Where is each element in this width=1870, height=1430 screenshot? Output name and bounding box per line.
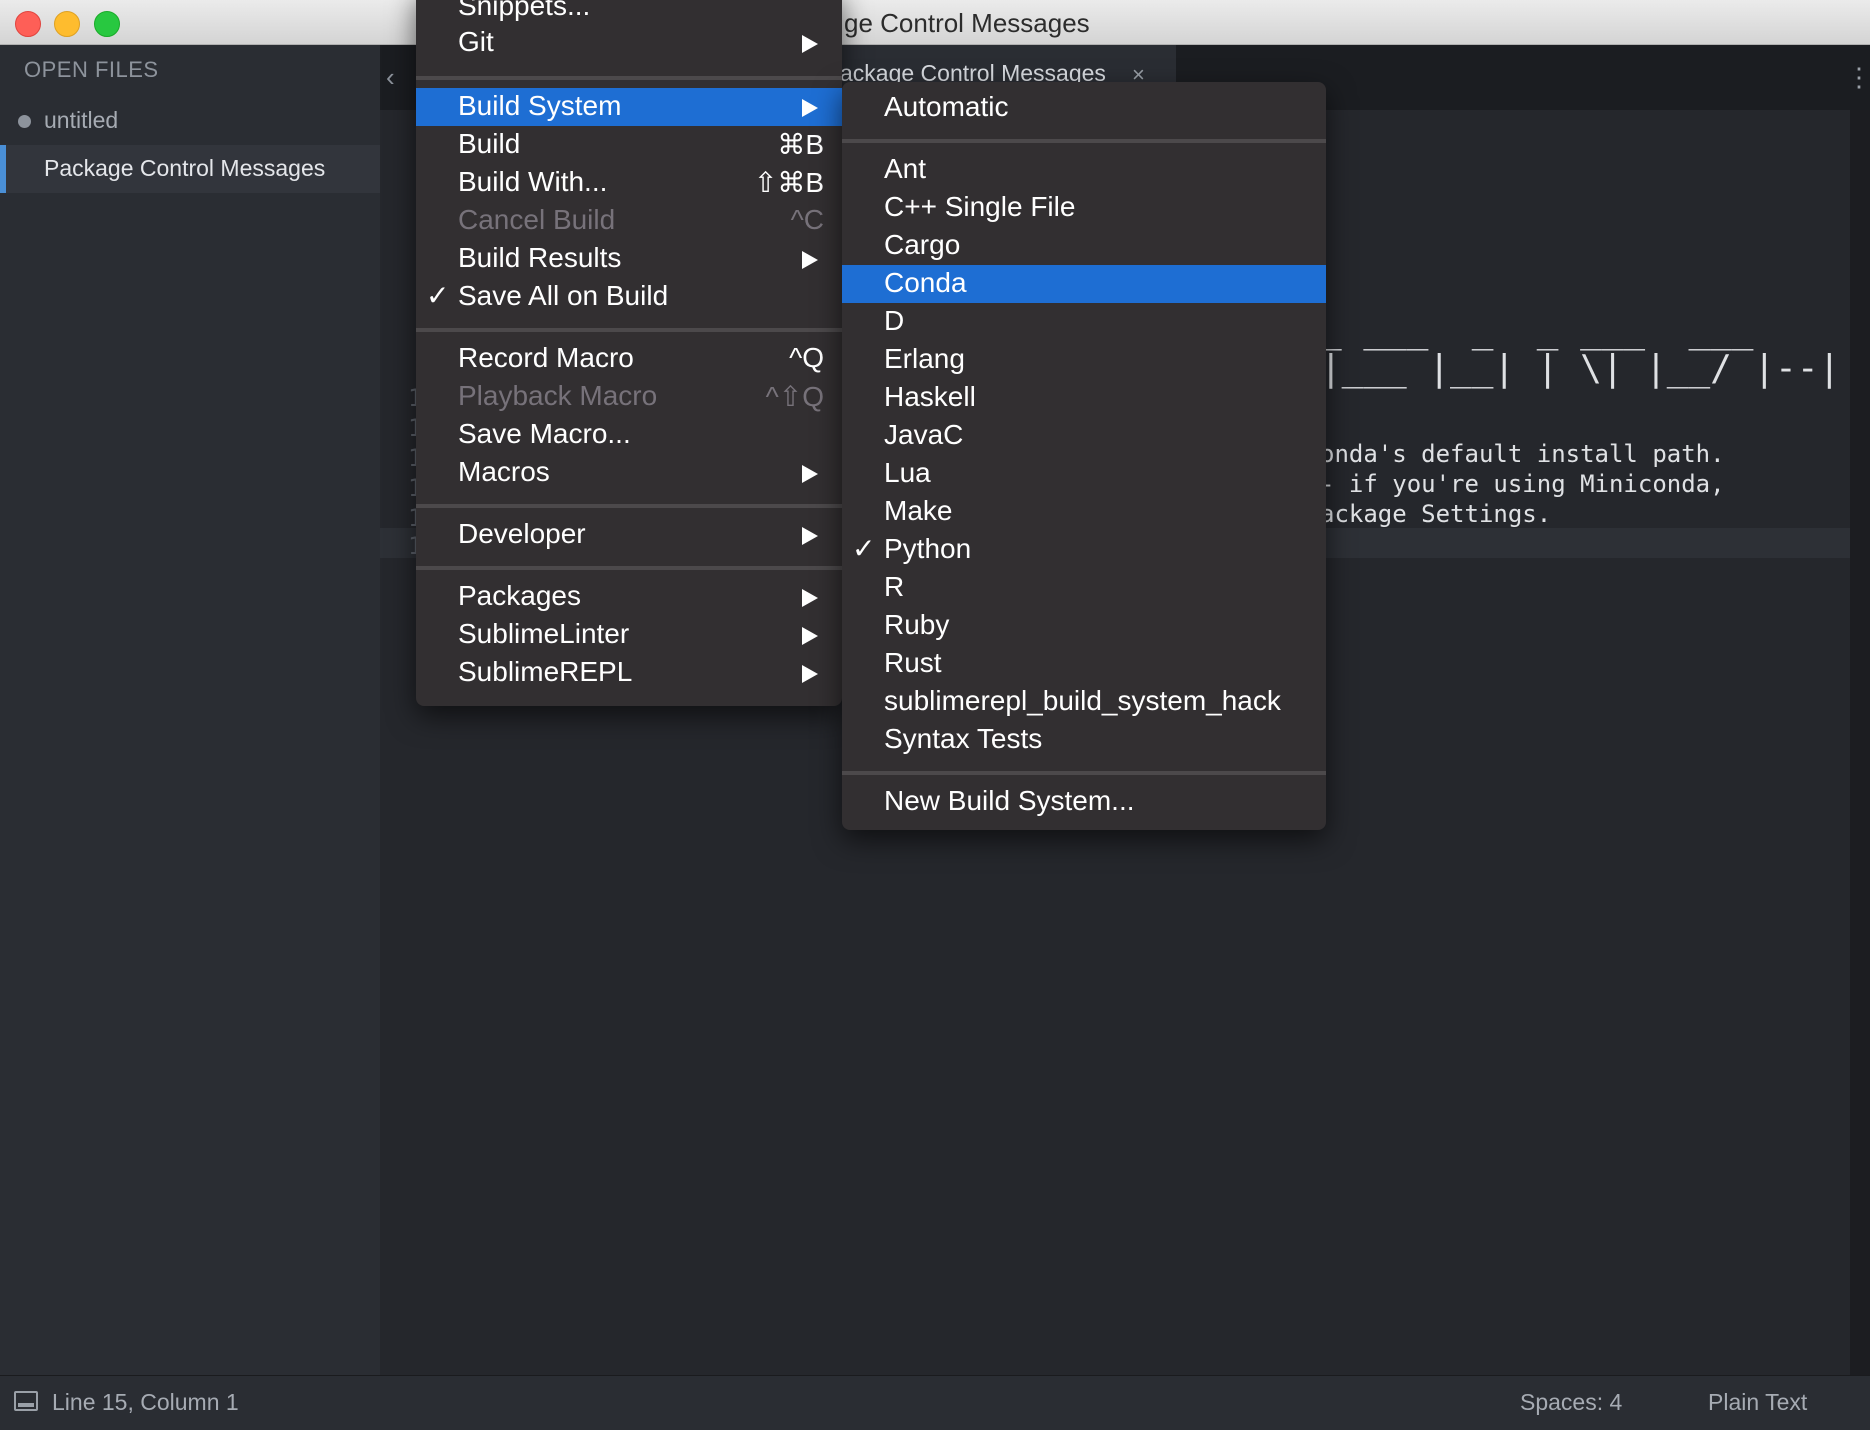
open-files-header: OPEN FILES — [24, 57, 159, 82]
build-system-sublimerepl-hack[interactable]: sublimerepl_build_system_hack — [842, 683, 1326, 721]
submenu-arrow-icon — [802, 35, 818, 53]
sidebar-file-untitled[interactable]: untitled — [0, 97, 380, 145]
menu-item-save-macro[interactable]: Save Macro... — [416, 416, 842, 454]
code-line: onda's default install path. — [1320, 440, 1725, 468]
build-system-make[interactable]: Make — [842, 493, 1326, 531]
code-line: - if you're using Miniconda, — [1320, 470, 1725, 498]
build-system-conda[interactable]: Conda — [842, 265, 1326, 303]
sidebar-file-label: untitled — [44, 107, 119, 133]
submenu-arrow-icon — [802, 665, 818, 683]
build-system-syntax-tests[interactable]: Syntax Tests — [842, 721, 1326, 759]
minimize-window-button[interactable] — [54, 11, 80, 37]
title-bar: ge Control Messages — [0, 0, 1870, 45]
shortcut-label: ^Q — [789, 342, 824, 373]
window-title: ge Control Messages — [844, 8, 1090, 38]
build-system-javac[interactable]: JavaC — [842, 417, 1326, 455]
build-system-lua[interactable]: Lua — [842, 455, 1326, 493]
submenu-arrow-icon — [802, 527, 818, 545]
menu-item-cancel-build: Cancel Build ^C — [458, 204, 824, 235]
menu-item-record-macro[interactable]: Record Macro ^Q — [416, 340, 842, 378]
menu-separator — [416, 504, 842, 508]
build-system-submenu: Automatic Ant C++ Single File Cargo Cond… — [842, 82, 1326, 830]
shortcut-label: ^⇧Q — [765, 381, 824, 412]
menu-separator — [416, 328, 842, 332]
shortcut-label: ⇧⌘B — [753, 167, 824, 198]
checkmark-icon: ✓ — [426, 280, 450, 311]
menu-item-build-system[interactable]: Build System — [416, 88, 842, 126]
build-system-r[interactable]: R — [842, 569, 1326, 607]
editor-scrollbar[interactable] — [1850, 110, 1870, 1375]
submenu-arrow-icon — [802, 99, 818, 117]
ascii-banner: _ ___ _ _ ___ ___ |___ |__| | \| |__/ |--… — [1320, 312, 1840, 388]
build-system-ruby[interactable]: Ruby — [842, 607, 1326, 645]
menu-separator — [416, 566, 842, 570]
menu-item-build-results[interactable]: Build Results — [416, 240, 842, 278]
syntax-selector[interactable]: Plain Text — [1708, 1389, 1807, 1416]
sidebar-file-label: Package Control Messages — [44, 155, 326, 181]
menu-item-sublimerepl[interactable]: SublimeREPL — [416, 654, 842, 692]
sidebar-file-package-control-messages[interactable]: Package Control Messages — [0, 145, 380, 193]
chevron-left-icon[interactable]: ‹ — [386, 62, 395, 93]
build-system-automatic[interactable]: Automatic — [842, 89, 1326, 127]
menu-item-build-with[interactable]: Build With... ⇧⌘B — [416, 164, 842, 202]
menu-item-developer[interactable]: Developer — [416, 516, 842, 554]
maximize-window-button[interactable] — [94, 11, 120, 37]
menu-item-sublimelinter[interactable]: SublimeLinter — [416, 616, 842, 654]
menu-separator — [842, 139, 1326, 143]
build-system-python[interactable]: ✓ Python — [842, 531, 1326, 569]
menu-item-build[interactable]: Build ⌘B — [416, 126, 842, 164]
submenu-arrow-icon — [802, 251, 818, 269]
build-system-d[interactable]: D — [842, 303, 1326, 341]
cursor-position[interactable]: Line 15, Column 1 — [52, 1389, 239, 1416]
menu-item-packages[interactable]: Packages — [416, 578, 842, 616]
build-system-cpp-single-file[interactable]: C++ Single File — [842, 189, 1326, 227]
menu-item-git[interactable]: Git — [416, 24, 842, 62]
build-system-cargo[interactable]: Cargo — [842, 227, 1326, 265]
menu-separator — [842, 771, 1326, 775]
ascii-line: _ ___ _ _ ___ ___ — [1320, 310, 1754, 351]
close-window-button[interactable] — [15, 11, 41, 37]
panel-toggle-icon[interactable] — [14, 1391, 38, 1411]
shortcut-label: ⌘B — [777, 129, 824, 160]
code-line: ackage Settings. — [1320, 500, 1552, 528]
unsaved-dot-icon — [18, 115, 31, 128]
build-system-ant[interactable]: Ant — [842, 151, 1326, 189]
menu-item-save-all-on-build[interactable]: ✓ Save All on Build — [416, 278, 842, 316]
menu-item-snippets[interactable]: Snippets... — [416, 0, 842, 26]
new-build-system-item[interactable]: New Build System... — [842, 783, 1326, 821]
more-vertical-icon[interactable]: ⋮ — [1846, 62, 1870, 93]
status-bar: Line 15, Column 1 Spaces: 4 Plain Text — [0, 1375, 1870, 1430]
shortcut-label: ^C — [790, 204, 824, 235]
menu-item-macros[interactable]: Macros — [416, 454, 842, 492]
submenu-arrow-icon — [802, 627, 818, 645]
tools-menu: Snippets... Git Build System Build ⌘B Bui… — [416, 0, 842, 706]
menu-separator — [416, 76, 842, 80]
checkmark-icon: ✓ — [852, 533, 876, 564]
menu-item-playback-macro: Playback Macro ^⇧Q — [458, 380, 824, 412]
submenu-arrow-icon — [802, 589, 818, 607]
build-system-erlang[interactable]: Erlang — [842, 341, 1326, 379]
submenu-arrow-icon — [802, 465, 818, 483]
build-system-haskell[interactable]: Haskell — [842, 379, 1326, 417]
build-system-rust[interactable]: Rust — [842, 645, 1326, 683]
indentation-setting[interactable]: Spaces: 4 — [1520, 1389, 1622, 1416]
sidebar: OPEN FILES untitled Package Control Mess… — [0, 45, 380, 1375]
ascii-line: |___ |__| | \| |__/ |--| — [1320, 348, 1841, 389]
